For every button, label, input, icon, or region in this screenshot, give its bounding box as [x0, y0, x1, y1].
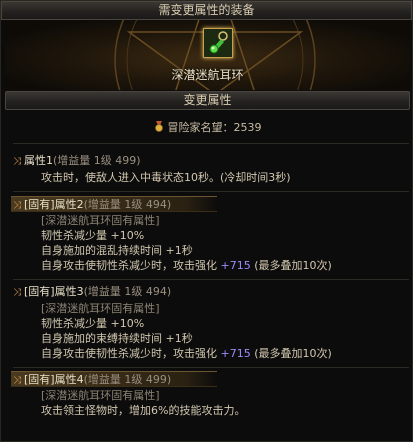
attribute-2-source: [深潜迷航耳环固有属性]: [41, 214, 160, 227]
attribute-3-line-3-text: 自身攻击使韧性杀减少时，攻击强化: [41, 347, 221, 360]
attribute-3-line-3-suffix: (最多叠加10次): [250, 347, 332, 360]
attribute-3-header[interactable]: ⤨ [固有]属性3(增益量 1级 494): [13, 284, 171, 300]
attribute-2-line-2: 自身施加的混乱持续时间 +1秒: [41, 244, 193, 257]
attribute-4-label: [固有]属性4: [24, 373, 84, 386]
attribute-4-gain: (增益量 1级 499): [83, 373, 172, 386]
attribute-3-source: [深潜迷航耳环固有属性]: [41, 302, 160, 315]
adventurer-reputation: 冒险家名望：2539: [1, 119, 413, 135]
attribute-3-attack-value: +715: [220, 347, 251, 360]
shuffle-icon: ⤨: [13, 375, 21, 386]
attribute-1-header[interactable]: ⤨ 属性1(增益量 1级 499): [13, 153, 141, 169]
equipment-display: 深潜迷航耳环: [5, 20, 410, 90]
attribute-2-label: [固有]属性2: [24, 198, 84, 211]
attribute-2-attack-value: +715: [220, 259, 251, 272]
attribute-1-gain: (增益量 1级 499): [53, 154, 141, 167]
reputation-label: 冒险家名望：2539: [167, 121, 262, 134]
attribute-4-header[interactable]: ⤨ [固有]属性4(增益量 1级 499): [11, 371, 217, 387]
shuffle-icon: ⤨: [13, 200, 21, 211]
divider: [13, 143, 409, 144]
attribute-2-line-1: 韧性杀减少量 +10%: [41, 229, 145, 242]
attribute-3-line-3: 自身攻击使韧性杀减少时，攻击强化 +715 (最多叠加10次): [41, 347, 332, 361]
attribute-3-line-1: 韧性杀减少量 +10%: [41, 317, 145, 330]
attribute-2-line-3-suffix: (最多叠加10次): [250, 259, 332, 272]
attribute-4-line-1: 攻击领主怪物时，增加6%的技能攻击力。: [41, 404, 246, 417]
attribute-2-gain: (增益量 1级 494): [83, 198, 172, 211]
divider: [13, 279, 409, 280]
attribute-2-line-3: 自身攻击使韧性杀减少时，攻击强化 +715 (最多叠加10次): [41, 259, 332, 273]
change-attribute-panel: 需变更属性的装备 深潜迷航耳环 变更属性 冒险家名望：2539 ⤨ 属性1(增益量: [0, 0, 413, 442]
equipment-name: 深潜迷航耳环: [171, 68, 244, 82]
attribute-4-source: [深潜迷航耳环固有属性]: [41, 389, 160, 402]
attribute-3-gain: (增益量 1级 494): [83, 285, 172, 298]
attribute-2-header[interactable]: ⤨ [固有]属性2(增益量 1级 494): [11, 196, 217, 212]
earring-item-icon: [204, 29, 232, 57]
equipment-header: 需变更属性的装备: [1, 1, 412, 20]
attribute-1-line-1: 攻击时，使敌人进入中毒状态10秒。(冷却时间3秒): [41, 171, 291, 184]
attribute-1-label: 属性1: [24, 154, 53, 167]
attribute-2-line-3-text: 自身攻击使韧性杀减少时，攻击强化: [41, 259, 221, 272]
attribute-3-label: [固有]属性3: [24, 285, 84, 298]
divider: [13, 191, 409, 192]
section-title-change-attribute: 变更属性: [5, 91, 410, 110]
shuffle-icon: ⤨: [13, 156, 21, 167]
divider: [13, 367, 409, 368]
shuffle-icon: ⤨: [13, 287, 21, 298]
equipment-slot[interactable]: [203, 28, 233, 58]
reputation-medal-icon: [154, 121, 163, 132]
attribute-3-line-2: 自身施加的束缚持续时间 +1秒: [41, 332, 193, 345]
